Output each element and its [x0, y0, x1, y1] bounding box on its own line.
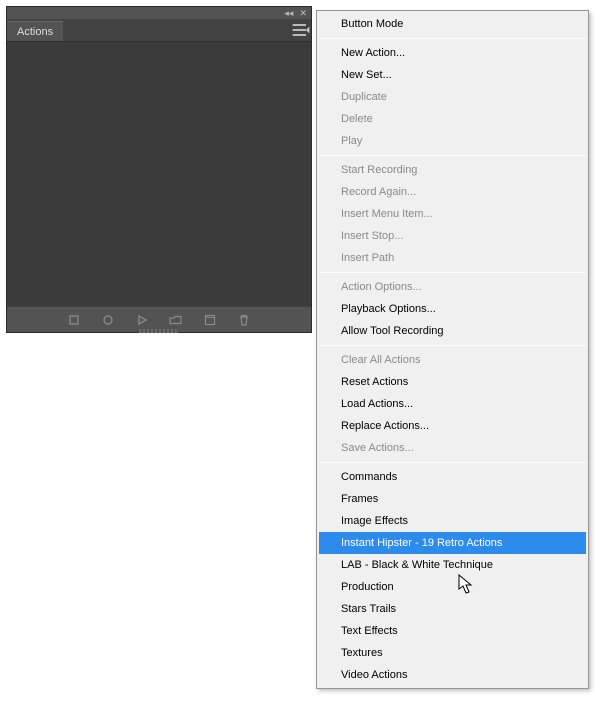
trash-icon[interactable] — [237, 313, 251, 327]
new-icon[interactable] — [203, 313, 217, 327]
menu-item-label: Insert Path — [341, 252, 394, 264]
panel-flyout-menu-button[interactable] — [291, 19, 311, 41]
menu-item[interactable]: Image Effects — [319, 510, 586, 532]
panel-footer — [7, 306, 311, 332]
menu-item-label: Clear All Actions — [341, 354, 420, 366]
menu-item-label: Replace Actions... — [341, 420, 429, 432]
menu-separator — [320, 155, 585, 156]
menu-item[interactable]: Text Effects — [319, 620, 586, 642]
menu-item-label: Delete — [341, 113, 373, 125]
menu-item-label: Play — [341, 135, 362, 147]
menu-item[interactable]: Instant Hipster - 19 Retro Actions — [319, 532, 586, 554]
menu-item[interactable]: Reset Actions — [319, 371, 586, 393]
tab-actions[interactable]: Actions — [7, 21, 63, 41]
stop-icon[interactable] — [67, 313, 81, 327]
menu-item: Record Again... — [319, 181, 586, 203]
menu-item-label: Allow Tool Recording — [341, 325, 444, 337]
menu-item-label: Text Effects — [341, 625, 398, 637]
folder-icon[interactable] — [169, 313, 183, 327]
menu-separator — [320, 38, 585, 39]
menu-item-label: Insert Stop... — [341, 230, 403, 242]
menu-item: Save Actions... — [319, 437, 586, 459]
menu-item-label: Textures — [341, 647, 383, 659]
menu-item-label: Stars Trails — [341, 603, 396, 615]
menu-item: Delete — [319, 108, 586, 130]
menu-separator — [320, 345, 585, 346]
menu-item-label: Start Recording — [341, 164, 417, 176]
actions-panel: ◂◂ ✕ Actions — [6, 6, 312, 333]
actions-list-area — [7, 41, 311, 306]
menu-item[interactable]: Frames — [319, 488, 586, 510]
menu-item[interactable]: Textures — [319, 642, 586, 664]
menu-item-label: Instant Hipster - 19 Retro Actions — [341, 537, 502, 549]
close-icon[interactable]: ✕ — [299, 9, 307, 18]
menu-item[interactable]: Video Actions — [319, 664, 586, 686]
menu-item: Action Options... — [319, 276, 586, 298]
menu-item-label: Button Mode — [341, 18, 403, 30]
panel-tabbar: Actions — [7, 19, 311, 41]
record-icon[interactable] — [101, 313, 115, 327]
actions-flyout-menu: Button Mode New Action... New Set... Duplic… — [316, 10, 589, 689]
menu-item-label: Save Actions... — [341, 442, 414, 454]
menu-item: Insert Menu Item... — [319, 203, 586, 225]
collapse-icon[interactable]: ◂◂ — [284, 9, 293, 18]
menu-item[interactable]: Button Mode — [319, 13, 586, 35]
menu-item[interactable]: Stars Trails — [319, 598, 586, 620]
menu-item[interactable]: New Set... — [319, 64, 586, 86]
menu-item-label: Playback Options... — [341, 303, 436, 315]
menu-item[interactable]: LAB - Black & White Technique — [319, 554, 586, 576]
menu-item: Play — [319, 130, 586, 152]
menu-item-label: Action Options... — [341, 281, 422, 293]
menu-item: Start Recording — [319, 159, 586, 181]
menu-item[interactable]: Replace Actions... — [319, 415, 586, 437]
panel-topbar: ◂◂ ✕ — [7, 7, 311, 19]
menu-item-label: Frames — [341, 493, 378, 505]
menu-item-label: Production — [341, 581, 394, 593]
menu-separator — [320, 462, 585, 463]
menu-item[interactable]: Playback Options... — [319, 298, 586, 320]
menu-item-label: Insert Menu Item... — [341, 208, 433, 220]
menu-item: Insert Stop... — [319, 225, 586, 247]
menu-item[interactable]: New Action... — [319, 42, 586, 64]
menu-item[interactable]: Production — [319, 576, 586, 598]
menu-item[interactable]: Commands — [319, 466, 586, 488]
menu-item-label: Duplicate — [341, 91, 387, 103]
menu-item[interactable]: Load Actions... — [319, 393, 586, 415]
menu-item-label: New Set... — [341, 69, 392, 81]
menu-item-label: LAB - Black & White Technique — [341, 559, 493, 571]
menu-item: Duplicate — [319, 86, 586, 108]
menu-item-label: Commands — [341, 471, 397, 483]
menu-item-label: New Action... — [341, 47, 405, 59]
menu-item-label: Load Actions... — [341, 398, 413, 410]
menu-separator — [320, 272, 585, 273]
menu-item: Clear All Actions — [319, 349, 586, 371]
tab-label: Actions — [17, 26, 53, 38]
menu-item-label: Reset Actions — [341, 376, 408, 388]
menu-item: Insert Path — [319, 247, 586, 269]
menu-item-label: Video Actions — [341, 669, 407, 681]
play-icon[interactable] — [135, 313, 149, 327]
menu-item-label: Record Again... — [341, 186, 416, 198]
menu-item-label: Image Effects — [341, 515, 408, 527]
menu-item[interactable]: Allow Tool Recording — [319, 320, 586, 342]
